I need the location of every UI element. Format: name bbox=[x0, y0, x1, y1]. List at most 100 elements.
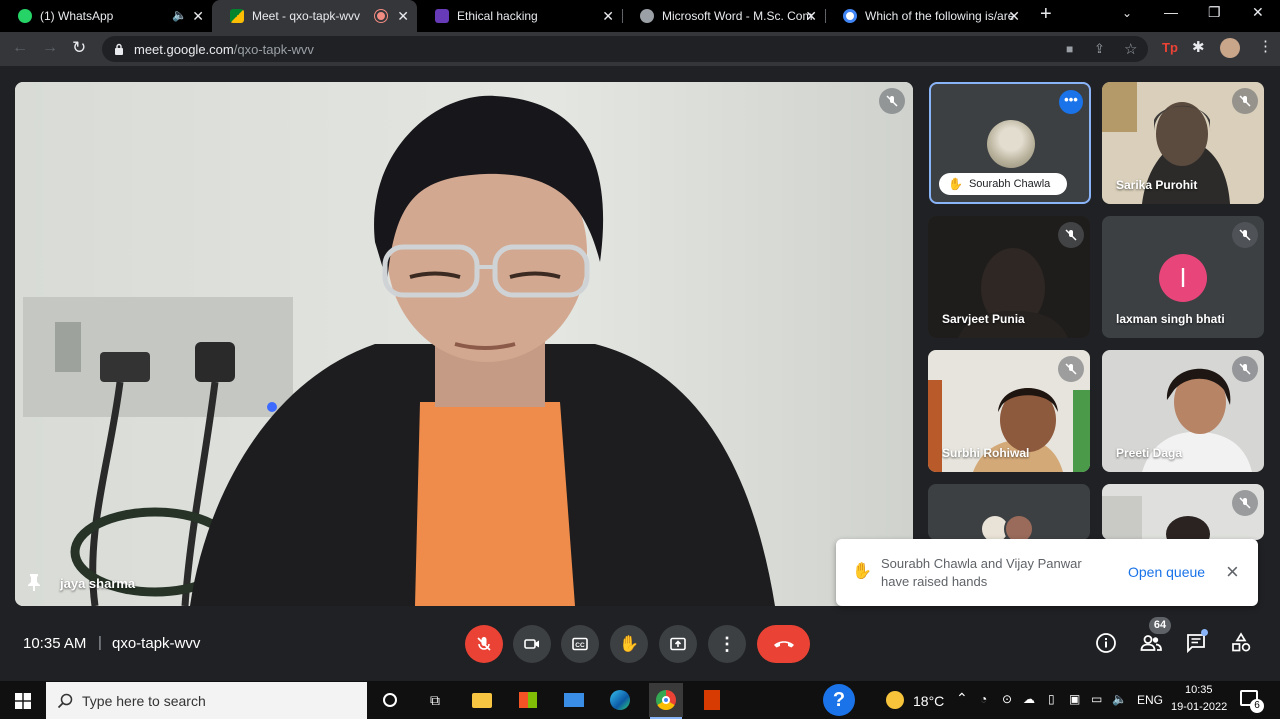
tab-title: Microsoft Word - M.Sc. Com bbox=[662, 9, 812, 23]
tab-meet[interactable]: Meet - qxo-tapk-wvv ✕ bbox=[212, 0, 417, 32]
participant-tile-preeti-daga[interactable]: Preeti Daga bbox=[1102, 350, 1264, 472]
main-video-tile[interactable]: jaya sharma bbox=[15, 82, 913, 606]
office-icon[interactable] bbox=[697, 685, 727, 715]
audio-playing-icon[interactable]: 🔈 bbox=[172, 8, 187, 22]
mail-icon[interactable] bbox=[559, 685, 589, 715]
raised-hands-notification: ✋ Sourabh Chawla and Vijay Panwar have r… bbox=[836, 539, 1258, 606]
participant-tile-laxman-singh-bhati[interactable]: l laxman singh bhati bbox=[1102, 216, 1264, 338]
present-icon bbox=[670, 637, 686, 651]
input-language[interactable]: ENG bbox=[1137, 693, 1163, 707]
close-window-icon[interactable]: ✕ bbox=[1252, 4, 1264, 21]
participant-tile-video[interactable] bbox=[1102, 484, 1264, 540]
raise-hand-button[interactable]: ✋ bbox=[610, 625, 648, 663]
mic-off-icon bbox=[1239, 229, 1251, 241]
usb-device-icon[interactable]: ▯ bbox=[1048, 692, 1055, 706]
mic-off-icon bbox=[1239, 497, 1251, 509]
activities-shapes-icon bbox=[1232, 632, 1251, 652]
onedrive-cloud-icon[interactable]: ☁ bbox=[1023, 692, 1035, 706]
globe-icon bbox=[640, 9, 654, 23]
browser-toolbar: ← → ↻ meet.google.com/qxo-tapk-wvv ■ ⇪ ☆… bbox=[0, 32, 1280, 66]
meet-stage: jaya sharma ••• ✋ Sourabh Chawla Sarika … bbox=[0, 67, 1280, 681]
tab-strip: (1) WhatsApp 🔈 ✕ Meet - qxo-tapk-wvv ✕ E… bbox=[0, 0, 1280, 32]
network-icon[interactable]: ◔ bbox=[980, 692, 987, 706]
close-tab-icon[interactable]: ✕ bbox=[805, 8, 817, 25]
show-hidden-icons-chevron[interactable]: ⌃ bbox=[956, 690, 968, 707]
chrome-icon[interactable] bbox=[649, 683, 683, 717]
taskbar-search-box[interactable]: Type here to search bbox=[46, 682, 367, 719]
people-icon bbox=[1140, 635, 1162, 651]
forward-icon[interactable]: → bbox=[42, 39, 58, 57]
main-speaker-name: jaya sharma bbox=[60, 576, 136, 591]
new-tab-button[interactable]: + bbox=[1040, 3, 1052, 26]
tab-ethical-hacking[interactable]: Ethical hacking ✕ bbox=[417, 0, 622, 32]
search-icon bbox=[57, 693, 73, 709]
meeting-code: qxo-tapk-wvv bbox=[112, 635, 201, 652]
mic-muted-indicator bbox=[879, 88, 905, 114]
help-icon[interactable]: ? bbox=[823, 684, 855, 716]
share-icon[interactable]: ⇪ bbox=[1094, 41, 1105, 57]
tab-whatsapp[interactable]: (1) WhatsApp 🔈 ✕ bbox=[0, 0, 212, 32]
tab-search-icon[interactable]: ⌄ bbox=[1122, 6, 1132, 20]
raise-hand-icon: ✋ bbox=[619, 636, 639, 653]
close-tab-icon[interactable]: ✕ bbox=[1008, 8, 1020, 25]
tab-google-search[interactable]: Which of the following is/are ✕ bbox=[825, 0, 1028, 32]
microphone-toggle-button[interactable] bbox=[465, 625, 503, 663]
end-call-button[interactable] bbox=[757, 625, 810, 663]
camera-toggle-button[interactable] bbox=[513, 625, 551, 663]
pin-icon[interactable] bbox=[27, 573, 41, 591]
file-explorer-icon[interactable] bbox=[467, 685, 497, 715]
restore-icon[interactable]: ❐ bbox=[1208, 4, 1221, 21]
mic-muted-indicator bbox=[1232, 356, 1258, 382]
tab-word[interactable]: Microsoft Word - M.Sc. Com ✕ bbox=[622, 0, 825, 32]
weather-sun-icon[interactable] bbox=[886, 691, 904, 709]
mic-off-icon bbox=[1239, 363, 1251, 375]
address-bar[interactable]: meet.google.com/qxo-tapk-wvv ■ ⇪ ☆ bbox=[102, 36, 1148, 62]
close-tab-icon[interactable]: ✕ bbox=[192, 8, 204, 25]
task-view-icon[interactable]: ⧉ bbox=[420, 685, 450, 715]
bookmark-star-icon[interactable]: ☆ bbox=[1124, 40, 1137, 58]
close-icon[interactable]: × bbox=[1226, 559, 1239, 585]
close-tab-icon[interactable]: ✕ bbox=[602, 8, 614, 25]
extensions-puzzle-icon[interactable]: ✱ bbox=[1192, 38, 1205, 56]
cortana-icon[interactable] bbox=[375, 685, 405, 715]
participant-tile-sarvjeet-punia[interactable]: Sarvjeet Punia bbox=[928, 216, 1090, 338]
back-icon[interactable]: ← bbox=[12, 39, 28, 57]
reload-icon[interactable]: ↻ bbox=[72, 38, 86, 58]
windows-start-icon[interactable] bbox=[15, 693, 31, 709]
edge-icon[interactable] bbox=[605, 685, 635, 715]
activities-button[interactable] bbox=[1228, 630, 1254, 656]
weather-temperature[interactable]: 18°C bbox=[913, 693, 944, 709]
meeting-info-separator: | bbox=[98, 634, 102, 651]
minimize-icon[interactable]: — bbox=[1164, 4, 1178, 20]
extension-tp-icon[interactable]: Tp bbox=[1162, 40, 1178, 55]
more-options-button[interactable]: ••• bbox=[1059, 90, 1083, 114]
screen-capture-icon[interactable]: ▣ bbox=[1069, 692, 1080, 706]
captions-button[interactable]: CC bbox=[561, 625, 599, 663]
meeting-time: 10:35 AM bbox=[23, 635, 87, 652]
participant-tile-group[interactable] bbox=[928, 484, 1090, 540]
clock-date[interactable]: 19-01-2022 bbox=[1171, 701, 1227, 713]
video-camera-icon bbox=[524, 639, 539, 649]
info-icon bbox=[1096, 633, 1116, 653]
participant-tile-sarika-purohit[interactable]: Sarika Purohit bbox=[1102, 82, 1264, 204]
clock-time[interactable]: 10:35 bbox=[1185, 684, 1213, 696]
participant-tile-sourabh-chawla[interactable]: ••• ✋ Sourabh Chawla bbox=[929, 82, 1091, 204]
microsoft-store-icon[interactable] bbox=[513, 685, 543, 715]
more-menu-icon[interactable]: ⋮ bbox=[1258, 37, 1273, 55]
profile-avatar[interactable] bbox=[1220, 38, 1240, 58]
battery-icon[interactable]: ▭ bbox=[1091, 692, 1102, 706]
participant-name: Sarvjeet Punia bbox=[942, 312, 1025, 326]
raised-hand-icon: ✋ bbox=[852, 563, 872, 580]
close-tab-icon[interactable]: ✕ bbox=[397, 8, 409, 25]
open-queue-button[interactable]: Open queue bbox=[1128, 564, 1205, 580]
mic-muted-indicator bbox=[1058, 356, 1084, 382]
more-options-button[interactable]: ⋮ bbox=[708, 625, 746, 663]
participant-tile-surbhi-rohiwal[interactable]: Surbhi Rohiwal bbox=[928, 350, 1090, 472]
participant-avatar bbox=[987, 120, 1035, 168]
meet-tray-icon[interactable]: ⊙ bbox=[1002, 692, 1012, 706]
present-screen-button[interactable] bbox=[659, 625, 697, 663]
volume-icon[interactable]: 🔈 bbox=[1112, 692, 1127, 706]
meeting-details-button[interactable] bbox=[1093, 630, 1119, 656]
mic-off-icon bbox=[1065, 363, 1077, 375]
camera-blocked-icon[interactable]: ■ bbox=[1066, 42, 1073, 56]
